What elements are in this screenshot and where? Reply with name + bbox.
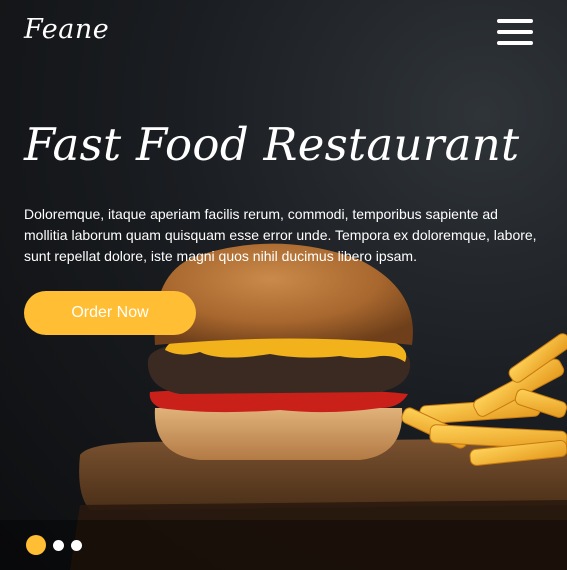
carousel-indicators [26, 535, 82, 555]
carousel-dot-1[interactable] [26, 535, 46, 555]
carousel-dot-3[interactable] [71, 539, 82, 551]
order-now-button[interactable]: Order Now [24, 291, 196, 335]
carousel-dot-2[interactable] [53, 539, 64, 551]
hero-description: Doloremque, itaque aperiam facilis rerum… [24, 206, 537, 264]
hero-section: Feane Fast Food Restaurant Doloremque, i… [0, 0, 567, 570]
burger-and-fries-image [0, 243, 567, 570]
